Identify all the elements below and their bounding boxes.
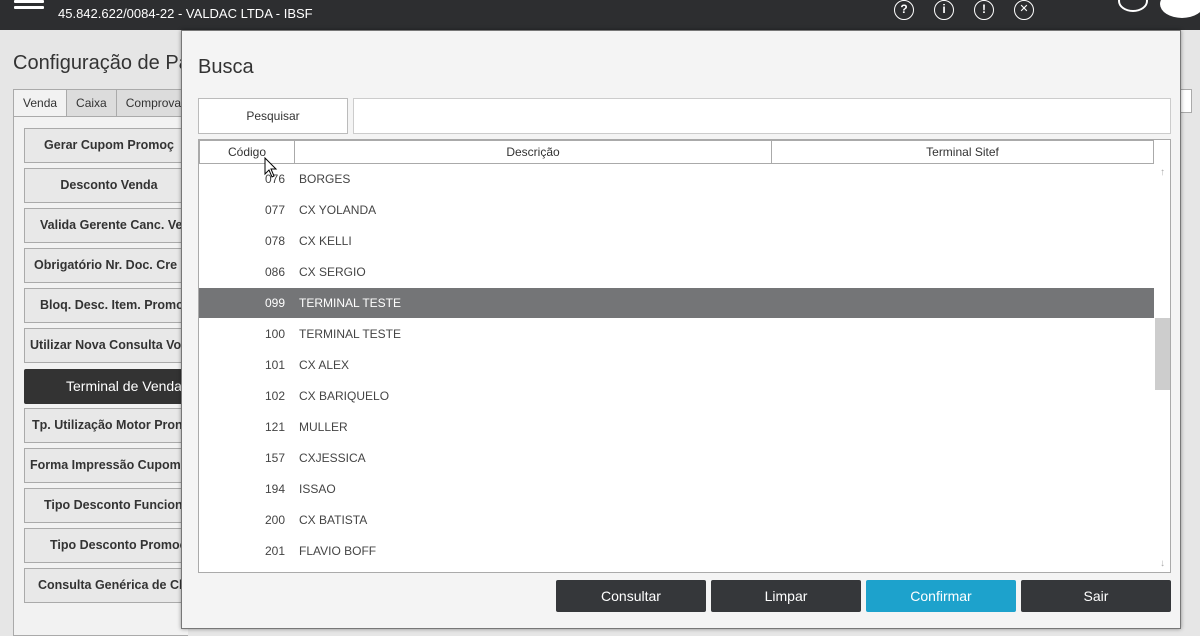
confirmar-button[interactable]: Confirmar <box>866 580 1016 612</box>
tab-venda[interactable]: Venda <box>13 89 68 117</box>
scroll-up-icon[interactable]: ↑ <box>1154 166 1170 180</box>
help-icon[interactable]: ? <box>894 0 914 20</box>
table-row[interactable]: 101 CX ALEX <box>199 350 1154 380</box>
search-button[interactable]: Pesquisar <box>198 98 348 134</box>
row-description: CX SERGIO <box>299 265 366 279</box>
row-code: 100 <box>264 327 285 341</box>
row-description: CX BATISTA <box>299 513 368 527</box>
table-row[interactable]: 099 TERMINAL TESTE <box>199 288 1154 318</box>
scrollbar-thumb[interactable] <box>1155 318 1170 390</box>
results-grid: Código Descrição Terminal Sitef 076 BORGE… <box>198 139 1171 573</box>
row-code: 099 <box>264 296 285 310</box>
table-row[interactable]: 077 CX YOLANDA <box>199 195 1154 225</box>
tab-bar: Venda Caixa Comprova <box>13 89 192 117</box>
row-description: CX YOLANDA <box>299 203 377 217</box>
column-header-descricao[interactable]: Descrição <box>294 140 772 164</box>
settings-button[interactable]: Valida Gerente Canc. Ve <box>24 208 194 243</box>
column-header-terminal-sitef[interactable]: Terminal Sitef <box>771 140 1154 164</box>
settings-button[interactable]: Consulta Genérica de Cli <box>24 568 194 603</box>
tab-caixa[interactable]: Caixa <box>66 89 117 116</box>
row-code: 194 <box>264 482 285 496</box>
settings-button[interactable]: Tp. Utilização Motor Pron <box>24 408 194 443</box>
row-code: 201 <box>264 544 285 558</box>
settings-button[interactable]: Obrigatório Nr. Doc. Cre <box>24 248 194 283</box>
vertical-scrollbar[interactable]: ↑ ↓ <box>1154 164 1170 572</box>
grid-header: Código Descrição Terminal Sitef <box>199 140 1154 164</box>
settings-button[interactable]: Tipo Desconto Promoç <box>24 528 194 563</box>
search-input[interactable] <box>353 98 1171 134</box>
row-code: 102 <box>264 389 285 403</box>
row-code: 101 <box>264 358 285 372</box>
row-code: 077 <box>264 203 285 217</box>
top-bar: 45.842.622/0084-22 - VALDAC LTDA - IBSF … <box>0 0 1200 30</box>
consultar-button[interactable]: Consultar <box>556 580 706 612</box>
row-description: CXJESSICA <box>299 451 366 465</box>
tab-comprovante[interactable]: Comprova <box>115 89 192 116</box>
settings-button[interactable]: Gerar Cupom Promoç <box>24 128 194 163</box>
table-row[interactable]: 194 ISSAO <box>199 474 1154 504</box>
terminal-de-venda-button[interactable]: Terminal de Venda <box>24 369 194 404</box>
settings-button[interactable]: Desconto Venda <box>24 168 194 203</box>
row-description: FLAVIO BOFF <box>299 544 377 558</box>
settings-button[interactable]: Bloq. Desc. Item. Promo <box>24 288 194 323</box>
info-icon[interactable]: i <box>934 0 954 20</box>
table-row[interactable]: 157 CXJESSICA <box>199 443 1154 473</box>
row-description: CX BARIQUELO <box>299 389 390 403</box>
logo-icon <box>1160 0 1200 18</box>
scroll-down-icon[interactable]: ↓ <box>1154 557 1170 571</box>
row-code: 157 <box>264 451 285 465</box>
row-code: 121 <box>264 420 285 434</box>
menu-icon[interactable] <box>14 0 44 10</box>
column-header-codigo[interactable]: Código <box>199 140 295 164</box>
table-row[interactable]: 200 CX BATISTA <box>199 505 1154 535</box>
row-description: BORGES <box>299 172 351 186</box>
settings-button[interactable]: Tipo Desconto Funciona <box>24 488 194 523</box>
settings-button[interactable]: Utilizar Nova Consulta Vo <box>24 328 194 363</box>
table-row[interactable]: 086 CX SERGIO <box>199 257 1154 287</box>
row-description: MULLER <box>299 420 348 434</box>
close-circle-icon[interactable]: ✕ <box>1014 0 1034 20</box>
table-row[interactable]: 100 TERMINAL TESTE <box>199 319 1154 349</box>
table-row[interactable]: 121 MULLER <box>199 412 1154 442</box>
row-description: CX ALEX <box>299 358 350 372</box>
row-description: ISSAO <box>299 482 336 496</box>
power-icon[interactable] <box>1118 0 1148 12</box>
row-code: 200 <box>264 513 285 527</box>
table-row[interactable]: 102 CX BARIQUELO <box>199 381 1154 411</box>
dialog-title: Busca <box>198 56 254 78</box>
row-code: 086 <box>264 265 285 279</box>
row-description: CX KELLI <box>299 234 352 248</box>
row-code: 078 <box>264 234 285 248</box>
company-name: 45.842.622/0084-22 - VALDAC LTDA - IBSF <box>58 6 313 21</box>
table-row[interactable]: 076 BORGES <box>199 164 1154 194</box>
search-dialog: Busca Pesquisar Código Descrição Termina… <box>181 30 1181 629</box>
page-title: Configuração de Pa <box>13 52 190 74</box>
table-row[interactable]: 201 FLAVIO BOFF <box>199 536 1154 566</box>
mouse-cursor-icon <box>264 157 278 178</box>
table-row[interactable]: 078 CX KELLI <box>199 226 1154 256</box>
row-description: TERMINAL TESTE <box>299 296 402 310</box>
settings-button[interactable]: Forma Impressão Cupom <box>24 448 194 483</box>
row-description: TERMINAL TESTE <box>299 327 402 341</box>
alert-icon[interactable]: ! <box>974 0 994 20</box>
limpar-button[interactable]: Limpar <box>711 580 861 612</box>
sair-button[interactable]: Sair <box>1021 580 1171 612</box>
